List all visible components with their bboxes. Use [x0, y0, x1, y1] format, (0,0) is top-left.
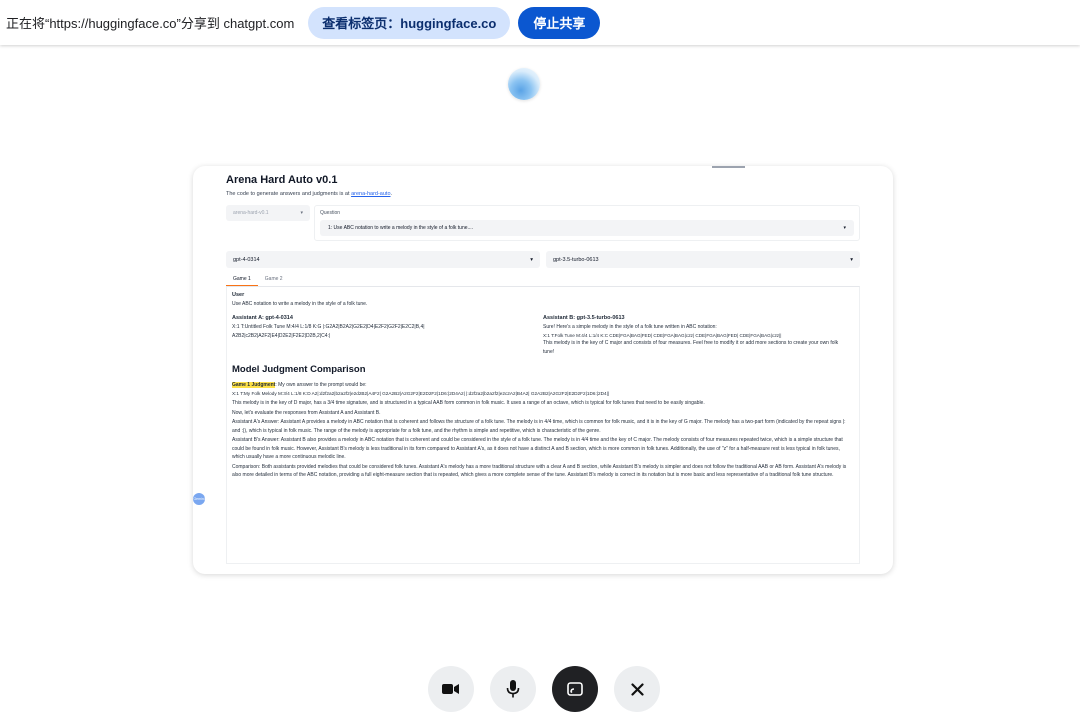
question-label: Question	[320, 210, 341, 216]
judgment-label: Game 1 Judgment	[232, 381, 276, 388]
close-icon	[630, 682, 644, 696]
question-panel: Question 1: Use ABC notation to write a …	[314, 205, 860, 241]
judgment-heading: Game 1 Judgment: My own answer to the pr…	[232, 381, 854, 390]
judgment-paragraph: Now, let's evaluate the responses from A…	[232, 409, 381, 416]
camera-button[interactable]	[428, 666, 474, 712]
user-prompt: Use ABC notation to write a melody in th…	[232, 301, 368, 308]
judgment-paragraph: This melody is in the key of D major, ha…	[232, 400, 705, 407]
shared-tab-preview: Arena Hard Auto v0.1 The code to generat…	[193, 166, 893, 574]
desc-text: The code to generate answers and judgmen…	[226, 191, 352, 197]
assistant-a-line: A2B2|c2B2|A2F2|E4|D2E2|F2E2|D2B,2|C4:|	[232, 332, 331, 339]
game-tabs: Game 1 Game 2	[226, 276, 860, 286]
assistant-b-line: Sure! Here's a simple melody in the styl…	[543, 324, 717, 331]
chevron-down-icon: ▾	[843, 225, 846, 231]
screen-share-icon	[567, 682, 583, 696]
desc-suffix: .	[390, 191, 393, 197]
tab-game-1[interactable]: Game 1	[226, 276, 258, 286]
question-select[interactable]: 1: Use ABC notation to write a melody in…	[320, 220, 854, 236]
judgment-paragraph: Assistant A's Answer: Assistant A provid…	[232, 419, 846, 434]
benchmark-select[interactable]: arena-hard-v0.1 ▾	[226, 205, 310, 221]
view-tab-button[interactable]: 查看标签页：huggingface.co	[308, 6, 511, 39]
judgment-paragraph: Assistant B's Answer: Assistant B also p…	[232, 437, 843, 461]
chevron-down-icon: ▾	[530, 256, 533, 263]
page-description: The code to generate answers and judgmen…	[226, 191, 860, 197]
screen-share-bar: 正在将“https://huggingface.co”分享到 chatgpt.c…	[0, 0, 1080, 45]
page-title: Arena Hard Auto v0.1	[226, 174, 338, 186]
video-camera-icon	[442, 684, 459, 694]
model-a-select-value: gpt-4-0314	[233, 256, 260, 263]
assistant-b-label: Assistant B: gpt-3.5-turbo-0613	[543, 314, 625, 321]
judgment-content: User Use ABC notation to write a melody …	[226, 286, 860, 564]
model-b-select-value: gpt-3.5-turbo-0613	[553, 256, 599, 263]
judgment-paragraph: Comparison: Both assistants provided mel…	[232, 463, 847, 479]
gemini-side-button[interactable]: Gemini	[193, 493, 205, 505]
end-call-button[interactable]	[614, 666, 660, 712]
assistant-orb-icon	[508, 68, 540, 100]
section-title: Model Judgment Comparison	[232, 364, 366, 376]
assistant-b-line: This melody is in the key of C major and…	[543, 340, 839, 355]
assistant-a-label: Assistant A: gpt-4-0314	[232, 314, 293, 321]
judgment-abc: X:1 T:My Folk Melody M:3/4 L:1/8 K:D A2|…	[232, 391, 610, 397]
assistant-a-column: Assistant A: gpt-4-0314 X:1 T:Untitled F…	[232, 314, 543, 357]
screen-share-button[interactable]	[552, 666, 598, 712]
stop-sharing-button[interactable]: 停止共享	[518, 6, 601, 39]
microphone-icon	[506, 680, 520, 698]
assistant-a-line: X:1 T:Untitled Folk Tune M:4/4 L:1/8 K:G…	[232, 324, 425, 331]
benchmark-select-value: arena-hard-v0.1	[233, 210, 269, 216]
question-select-value: 1: Use ABC notation to write a melody in…	[328, 225, 474, 231]
user-label: User	[232, 292, 245, 298]
judgment-intro: : My own answer to the prompt would be:	[275, 381, 367, 388]
model-b-select[interactable]: gpt-3.5-turbo-0613 ▾	[546, 251, 860, 268]
chevron-down-icon: ▾	[850, 256, 853, 263]
share-status-text: 正在将“https://huggingface.co”分享到 chatgpt.c…	[6, 16, 295, 31]
drag-handle[interactable]	[712, 166, 745, 168]
call-controls	[428, 666, 660, 712]
assistant-b-column: Assistant B: gpt-3.5-turbo-0613 Sure! He…	[543, 314, 854, 357]
repo-link[interactable]: arena-hard-auto	[351, 191, 390, 197]
tab-game-2[interactable]: Game 2	[258, 276, 290, 286]
chevron-down-icon: ▾	[300, 210, 303, 216]
microphone-button[interactable]	[490, 666, 536, 712]
model-a-select[interactable]: gpt-4-0314 ▾	[226, 251, 540, 268]
assistant-b-line: X:1 T:Folk Tune M:4/4 L:1/4 K:C CDE|FGA|…	[543, 332, 782, 338]
